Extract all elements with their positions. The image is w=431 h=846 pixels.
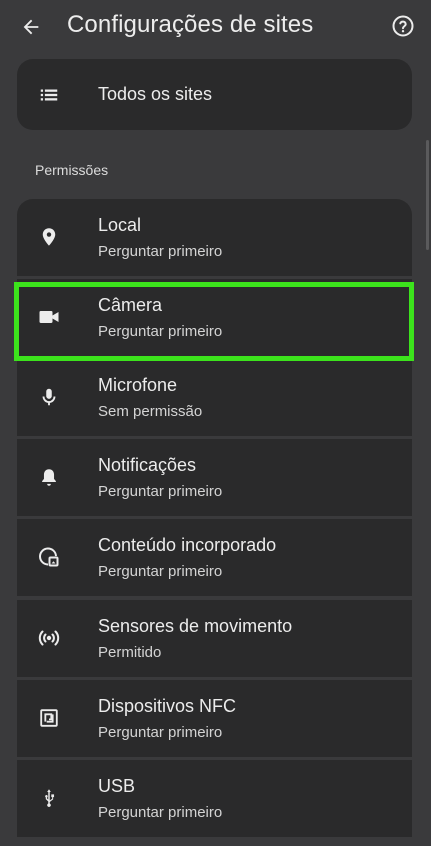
usb-icon xyxy=(35,784,63,812)
help-button[interactable] xyxy=(387,10,419,42)
permission-status: Perguntar primeiro xyxy=(98,483,223,500)
nfc-icon xyxy=(35,704,63,732)
all-sites-item[interactable]: Todos os sites xyxy=(17,59,412,130)
permission-item-embedded-content[interactable]: Conteúdo incorporado Perguntar primeiro xyxy=(17,519,412,596)
page-title: Configurações de sites xyxy=(67,11,314,38)
permission-title: Notificações xyxy=(98,455,197,475)
permission-item-usb[interactable]: USB Perguntar primeiro xyxy=(17,760,412,837)
permission-item-camera[interactable]: Câmera Perguntar primeiro xyxy=(17,279,412,356)
permission-title: USB xyxy=(98,776,136,796)
back-button[interactable] xyxy=(14,10,48,44)
permission-status: Perguntar primeiro xyxy=(98,323,223,340)
permission-status: Perguntar primeiro xyxy=(98,724,223,741)
embedded-content-icon xyxy=(35,543,63,571)
permission-item-nfc-devices[interactable]: Dispositivos NFC Perguntar primeiro xyxy=(17,680,412,757)
permission-title: Dispositivos NFC xyxy=(98,696,237,716)
permission-title: Sensores de movimento xyxy=(98,616,293,636)
microphone-icon xyxy=(35,383,63,411)
permission-title: Conteúdo incorporado xyxy=(98,535,277,555)
permission-title: Local xyxy=(98,215,142,235)
permission-title: Microfone xyxy=(98,375,178,395)
permission-item-notifications[interactable]: Notificações Perguntar primeiro xyxy=(17,439,412,516)
permission-status: Perguntar primeiro xyxy=(98,243,223,260)
arrow-back-icon xyxy=(23,19,39,35)
permission-status: Permitido xyxy=(98,644,162,661)
permission-status: Perguntar primeiro xyxy=(98,804,223,821)
scrollbar-thumb[interactable] xyxy=(426,140,429,250)
section-header-permissions: Permissões xyxy=(35,162,109,178)
location-pin-icon xyxy=(35,223,63,251)
permission-status: Perguntar primeiro xyxy=(98,563,223,580)
top-app-bar: Configurações de sites xyxy=(0,0,431,54)
permission-item-microphone[interactable]: Microfone Sem permissão xyxy=(17,359,412,436)
all-sites-label: Todos os sites xyxy=(98,84,213,104)
list-icon xyxy=(35,81,63,109)
permission-item-motion-sensors[interactable]: Sensores de movimento Permitido xyxy=(17,600,412,677)
help-circle-icon xyxy=(392,15,414,37)
permission-status: Sem permissão xyxy=(98,403,203,420)
permission-item-location[interactable]: Local Perguntar primeiro xyxy=(17,199,412,276)
videocam-icon xyxy=(35,303,63,331)
permission-title: Câmera xyxy=(98,295,163,315)
bell-icon xyxy=(35,463,63,491)
sensors-icon xyxy=(35,624,63,652)
